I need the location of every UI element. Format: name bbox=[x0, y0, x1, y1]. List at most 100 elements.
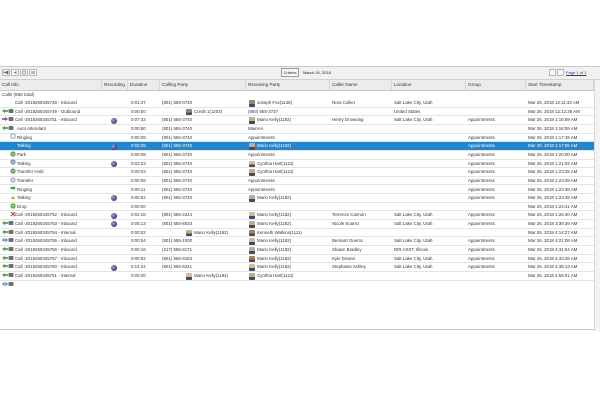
group-text: Appointments bbox=[468, 255, 495, 261]
avatar bbox=[249, 273, 255, 280]
caller-name-text bbox=[332, 272, 392, 280]
col-duration[interactable]: Duration bbox=[128, 80, 160, 90]
first-page-icon[interactable] bbox=[2, 69, 10, 76]
call-event-row[interactable]: Talking 0:02:05 (801) 555-3740 Mario Kelly(… bbox=[0, 142, 600, 157]
col-call-info[interactable]: Call Info bbox=[0, 80, 102, 90]
start-timestamp-text: Mar 26, 2018 4:55:01 AM bbox=[528, 273, 578, 278]
recording-play-icon[interactable] bbox=[111, 212, 117, 219]
refresh-icon[interactable] bbox=[20, 69, 28, 76]
calling-party-text: Mario Kelly(1182) bbox=[194, 229, 229, 235]
recording-play-icon[interactable] bbox=[111, 221, 117, 228]
next-page-button[interactable] bbox=[557, 69, 564, 76]
avatar bbox=[249, 221, 255, 228]
group-text: Appointments bbox=[468, 212, 495, 218]
avatar bbox=[249, 255, 255, 263]
phone-in-icon bbox=[2, 239, 14, 251]
start-timestamp-text: Mar 26, 2018 1:23:49 AM bbox=[528, 195, 578, 201]
start-timestamp-text: Mar 26, 2018 1:23:28 AM bbox=[528, 177, 578, 183]
col-caller-name[interactable]: Caller Name bbox=[330, 80, 392, 90]
caller-name-text bbox=[332, 142, 392, 150]
recording-play-icon[interactable] bbox=[111, 195, 117, 202]
receiving-party-text: Mario Kelly(1182) bbox=[257, 264, 292, 270]
talking-icon bbox=[10, 144, 16, 157]
receiving-party-text bbox=[248, 203, 330, 211]
calls-group-header[interactable]: Calls (858 total) bbox=[0, 91, 600, 99]
start-timestamp-text: Mar 26, 2018 1:23:25 AM bbox=[528, 169, 578, 175]
call-info-text: Call -2018260345754 - Internal bbox=[15, 229, 76, 235]
group-text bbox=[468, 108, 526, 116]
recording-play-icon[interactable] bbox=[111, 117, 117, 124]
recording-play-icon[interactable] bbox=[111, 264, 117, 271]
call-row[interactable]: Call -2018260345749 - Outbound 0:00:50 Cre… bbox=[0, 108, 600, 122]
caller-name-text bbox=[332, 151, 392, 159]
calling-party-text: (801) 555-0740 bbox=[162, 100, 193, 105]
caller-name-text bbox=[332, 177, 392, 185]
call-row[interactable]: Call -2018260345756 - Inbound 0:00:16 (217… bbox=[0, 246, 600, 260]
col-group[interactable]: Group bbox=[466, 80, 526, 90]
call-info-text: Call -2018260345761 - Internal bbox=[15, 273, 76, 278]
start-timestamp-text: Mar 26, 2018 1:24:41 AM bbox=[528, 203, 578, 209]
call-row[interactable]: Call -2018260345754 - Internal 0:00:02 Mar… bbox=[0, 229, 600, 243]
recording-play-icon[interactable] bbox=[111, 143, 117, 150]
page-indicator-link[interactable]: Page 1 of 1 bbox=[566, 68, 586, 77]
call-row[interactable]: Call -2018260345751 - Inbound 0:07:42 (801… bbox=[0, 116, 600, 130]
avatar bbox=[186, 273, 192, 280]
col-calling-party[interactable]: Calling Party bbox=[160, 80, 246, 90]
avatar bbox=[249, 160, 255, 168]
calling-party-text: (801) 555-3740 bbox=[162, 195, 193, 201]
call-info-text: Call -2018260345756 - Inbound bbox=[15, 247, 77, 253]
call-row[interactable]: Call -2018260345748 - Inbound 0:01:37 (801… bbox=[0, 99, 600, 113]
vertical-scrollbar[interactable] bbox=[594, 80, 600, 331]
prev-page-icon[interactable] bbox=[11, 69, 19, 76]
phone-in-icon bbox=[2, 248, 14, 260]
call-row[interactable]: Call -2018260345752 - Inbound 0:02:18 (801… bbox=[0, 211, 600, 225]
calling-party-text: (801) 555-8533 bbox=[162, 221, 193, 227]
col-location[interactable]: Location bbox=[392, 80, 466, 90]
col-start-timestamp[interactable]: Start Timestamp bbox=[526, 80, 594, 90]
group-text: Appointments bbox=[468, 177, 495, 183]
col-receiving-party[interactable]: Receiving Party bbox=[246, 80, 330, 90]
call-event-row[interactable]: Ringing 0:00:08 (801) 555-3740 Appointments… bbox=[0, 134, 600, 148]
receiving-party-text: Mario Kelly(1182) bbox=[257, 117, 292, 123]
call-row[interactable]: Call -2018260345760 - Inbound 0:14:24 (801… bbox=[0, 263, 600, 277]
duration-text: 0:00:02 bbox=[131, 229, 146, 235]
calling-party-text: (801) 555-3740 bbox=[162, 160, 193, 166]
talking-icon bbox=[10, 196, 16, 209]
call-event-row[interactable]: Transfer 0:00:08 (801) 555-3740 Appointment… bbox=[0, 177, 600, 191]
call-event-row[interactable]: Drop 0:00:00 Mar 26, 2018 1:24:41 AM bbox=[0, 203, 600, 217]
call-row[interactable]: Call -2018260345755 - Inbound 0:00:54 (801… bbox=[0, 237, 600, 251]
call-event-row[interactable]: Transfer Hold 0:00:03 (801) 555-3740 Cynthi… bbox=[0, 168, 600, 183]
avatar bbox=[249, 238, 255, 245]
group-text bbox=[468, 99, 526, 107]
call-event-row[interactable]: Talking 0:00:52 (801) 555-3740 Mario Kelly(… bbox=[0, 194, 600, 209]
col-recording[interactable]: Recording bbox=[102, 80, 128, 90]
calling-party-text: (801) 555-3740 bbox=[162, 117, 193, 123]
start-timestamp-text: Mar 26, 2018 4:21:08 AM bbox=[528, 238, 578, 244]
call-info-text: Ringing bbox=[17, 134, 32, 140]
duration-text: 0:00:50 bbox=[131, 125, 146, 131]
group-text: Appointments bbox=[468, 143, 495, 149]
call-event-row[interactable]: Ringing 0:00:11 (801) 555-3740 Appointments… bbox=[0, 186, 600, 199]
criteria-button[interactable]: Criteria bbox=[281, 68, 299, 77]
export-icon[interactable] bbox=[29, 69, 37, 76]
phone-in-icon bbox=[2, 256, 14, 269]
call-row[interactable]: Call -2018260345753 - Inbound 0:05:13 (801… bbox=[0, 220, 600, 234]
caller-name-text bbox=[332, 203, 392, 211]
recording-play-icon[interactable] bbox=[111, 160, 117, 167]
location-text bbox=[394, 229, 466, 237]
prev-page-button[interactable] bbox=[549, 69, 556, 76]
duration-text: 0:00:08 bbox=[131, 151, 146, 157]
call-event-row[interactable]: Talking 0:02:23 (801) 555-3740 Cynthia Hart… bbox=[0, 160, 600, 174]
call-info-text: Transfer Hold bbox=[17, 169, 44, 175]
call-event-row[interactable]: P Park 0:00:08 (801) 555-3740 Appointments Ap… bbox=[0, 151, 600, 165]
call-event-row[interactable]: Auto Attendant 0:00:50 (801) 555-3740 MainA… bbox=[0, 125, 600, 139]
caller-name-text bbox=[332, 108, 392, 116]
call-row[interactable]: Call -2018260345757 - Inbound 0:00:52 (801… bbox=[0, 255, 600, 269]
call-row[interactable]: Call -2018260345761 - Internal 0:00:20 Mar… bbox=[0, 272, 600, 286]
avatar bbox=[249, 100, 255, 107]
duration-text: 0:00:08 bbox=[131, 134, 146, 140]
caller-name-text bbox=[332, 168, 392, 176]
start-timestamp-text: Mar 26, 2018 12:11:33 AM bbox=[528, 100, 580, 105]
ringing-icon bbox=[10, 135, 16, 148]
transfer-icon bbox=[10, 178, 16, 191]
